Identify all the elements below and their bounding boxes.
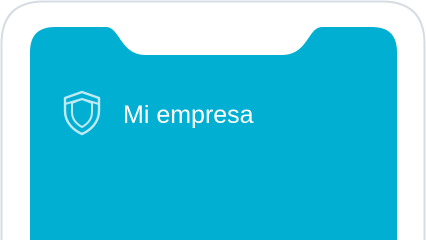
phone-mockup: Mi empresa bbox=[0, 0, 426, 240]
app-title: Mi empresa bbox=[123, 101, 254, 129]
shield-icon bbox=[63, 90, 101, 136]
